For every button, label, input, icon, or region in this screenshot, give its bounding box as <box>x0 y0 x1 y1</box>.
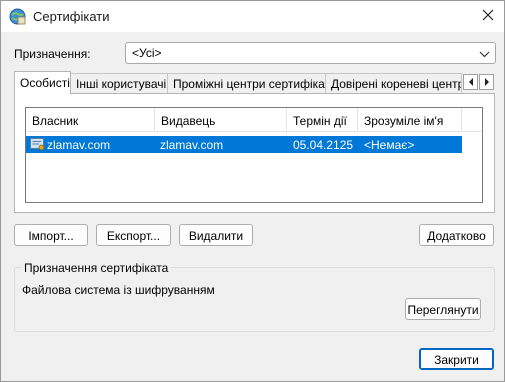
tab-label: Особисті <box>20 76 70 90</box>
certificate-icon <box>30 137 46 152</box>
tab-trusted-root-authorities[interactable]: Довірені кореневі центри <box>325 73 462 93</box>
certificates-dialog: Сертифікати Призначення: <Усі> Особисті … <box>0 0 505 382</box>
certificate-purposes-text: Файлова система із шифруванням <box>22 283 215 297</box>
store-tabs: Особисті Інші користувачі Проміжні центр… <box>14 71 494 94</box>
certificate-app-icon <box>9 8 26 25</box>
import-button[interactable]: Імпорт... <box>14 224 88 246</box>
tab-panel: Власник Видавець Термін дії Зрозуміле ім… <box>14 93 495 213</box>
column-label: Термін дії <box>293 114 347 128</box>
tab-intermediate-authorities[interactable]: Проміжні центри сертифікації <box>167 73 338 93</box>
tab-label: Довірені кореневі центри <box>331 77 462 91</box>
title-bar[interactable]: Сертифікати <box>1 1 504 32</box>
purpose-label: Призначення: <box>14 47 91 61</box>
column-label: Зрозуміле ім'я <box>364 114 444 128</box>
tab-scroll-left-button[interactable] <box>463 74 478 90</box>
advanced-button[interactable]: Додатково <box>419 224 494 246</box>
tab-other-people[interactable]: Інші користувачі <box>70 73 168 93</box>
list-header: Власник Видавець Термін дії Зрозуміле ім… <box>26 108 482 132</box>
tab-scroll-right-button[interactable] <box>479 74 494 90</box>
purpose-selected-value: <Усі> <box>132 46 162 60</box>
view-button[interactable]: Переглянути <box>405 298 481 320</box>
caret-left-icon <box>468 75 474 89</box>
column-header-friendly-name[interactable]: Зрозуміле ім'я <box>358 108 462 132</box>
group-title: Призначення сертифіката <box>22 261 171 275</box>
chevron-down-icon <box>479 48 490 62</box>
column-header-expiration[interactable]: Термін дії <box>287 108 358 132</box>
close-button[interactable]: Закрити <box>419 348 494 370</box>
cell-friendly-name: <Немає> <box>364 138 415 152</box>
column-header-issuer[interactable]: Видавець <box>155 108 287 132</box>
delete-button[interactable]: Видалити <box>179 224 253 246</box>
cell-expiration: 05.04.2125 <box>293 138 354 152</box>
table-row[interactable]: zlamav.com zlamav.com 05.04.2125 <Немає> <box>26 136 462 153</box>
cell-owner: zlamav.com <box>47 138 111 152</box>
close-icon <box>482 9 494 24</box>
tab-label: Інші користувачі <box>76 77 167 91</box>
column-label: Видавець <box>161 114 216 128</box>
tab-label: Проміжні центри сертифікації <box>173 77 338 91</box>
cell-issuer: zlamav.com <box>160 138 224 152</box>
tab-personal[interactable]: Особисті <box>14 71 71 94</box>
certificate-list[interactable]: Власник Видавець Термін дії Зрозуміле ім… <box>25 107 483 203</box>
column-header-owner[interactable]: Власник <box>26 108 155 132</box>
window-title: Сертифікати <box>33 9 110 24</box>
export-button[interactable]: Експорт... <box>96 224 171 246</box>
close-window-button[interactable] <box>472 1 504 32</box>
caret-right-icon <box>484 75 490 89</box>
purpose-dropdown[interactable]: <Усі> <box>125 42 496 64</box>
column-label: Власник <box>32 114 79 128</box>
